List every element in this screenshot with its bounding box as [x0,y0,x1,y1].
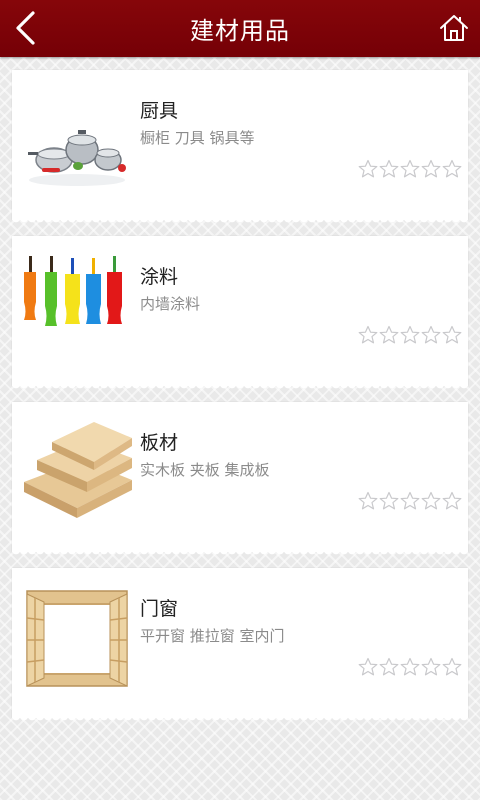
item-title: 板材 [140,432,179,454]
list-item-doors-windows[interactable]: 门窗 平开窗 推拉窗 室内门 [12,568,468,724]
star-rating [358,491,462,511]
item-title: 门窗 [140,598,179,620]
star-empty-icon [421,491,441,510]
star-empty-icon [421,159,441,178]
star-empty-icon [400,325,420,344]
star-empty-icon [358,159,378,178]
wood-boards-thumbnail [24,422,132,518]
star-empty-icon [358,325,378,344]
home-button[interactable] [434,8,474,48]
paint-rollers-thumbnail [24,256,122,326]
star-empty-icon [442,657,462,676]
item-subtitle: 橱柜 刀具 锅具等 [140,129,255,147]
item-subtitle: 实木板 夹板 集成板 [140,461,270,479]
list-item-kitchenware[interactable]: 厨具 橱柜 刀具 锅具等 [12,70,468,226]
star-empty-icon [358,491,378,510]
window-frame-thumbnail [26,590,128,687]
star-empty-icon [421,657,441,676]
cookware-thumbnail [28,130,126,186]
page-title: 建材用品 [190,17,290,45]
star-empty-icon [358,657,378,676]
star-empty-icon [379,325,399,344]
list-item-boards[interactable]: 板材 实木板 夹板 集成板 [12,402,468,558]
star-empty-icon [442,325,462,344]
item-subtitle: 内墙涂料 [140,295,201,313]
back-button[interactable] [6,6,46,50]
star-empty-icon [442,491,462,510]
star-rating [358,159,462,179]
star-empty-icon [421,325,441,344]
star-empty-icon [379,491,399,510]
star-rating [358,325,462,345]
list-item-paint[interactable]: 涂料 内墙涂料 [12,236,468,392]
star-empty-icon [379,657,399,676]
item-title: 厨具 [140,100,179,122]
star-empty-icon [400,491,420,510]
item-title: 涂料 [140,266,179,288]
star-rating [358,657,462,677]
item-subtitle: 平开窗 推拉窗 室内门 [140,627,285,645]
star-empty-icon [442,159,462,178]
home-icon [440,15,468,41]
star-empty-icon [400,657,420,676]
star-empty-icon [400,159,420,178]
app-header: 建材用品 [0,0,480,57]
back-arrow-icon [16,11,35,45]
star-empty-icon [379,159,399,178]
